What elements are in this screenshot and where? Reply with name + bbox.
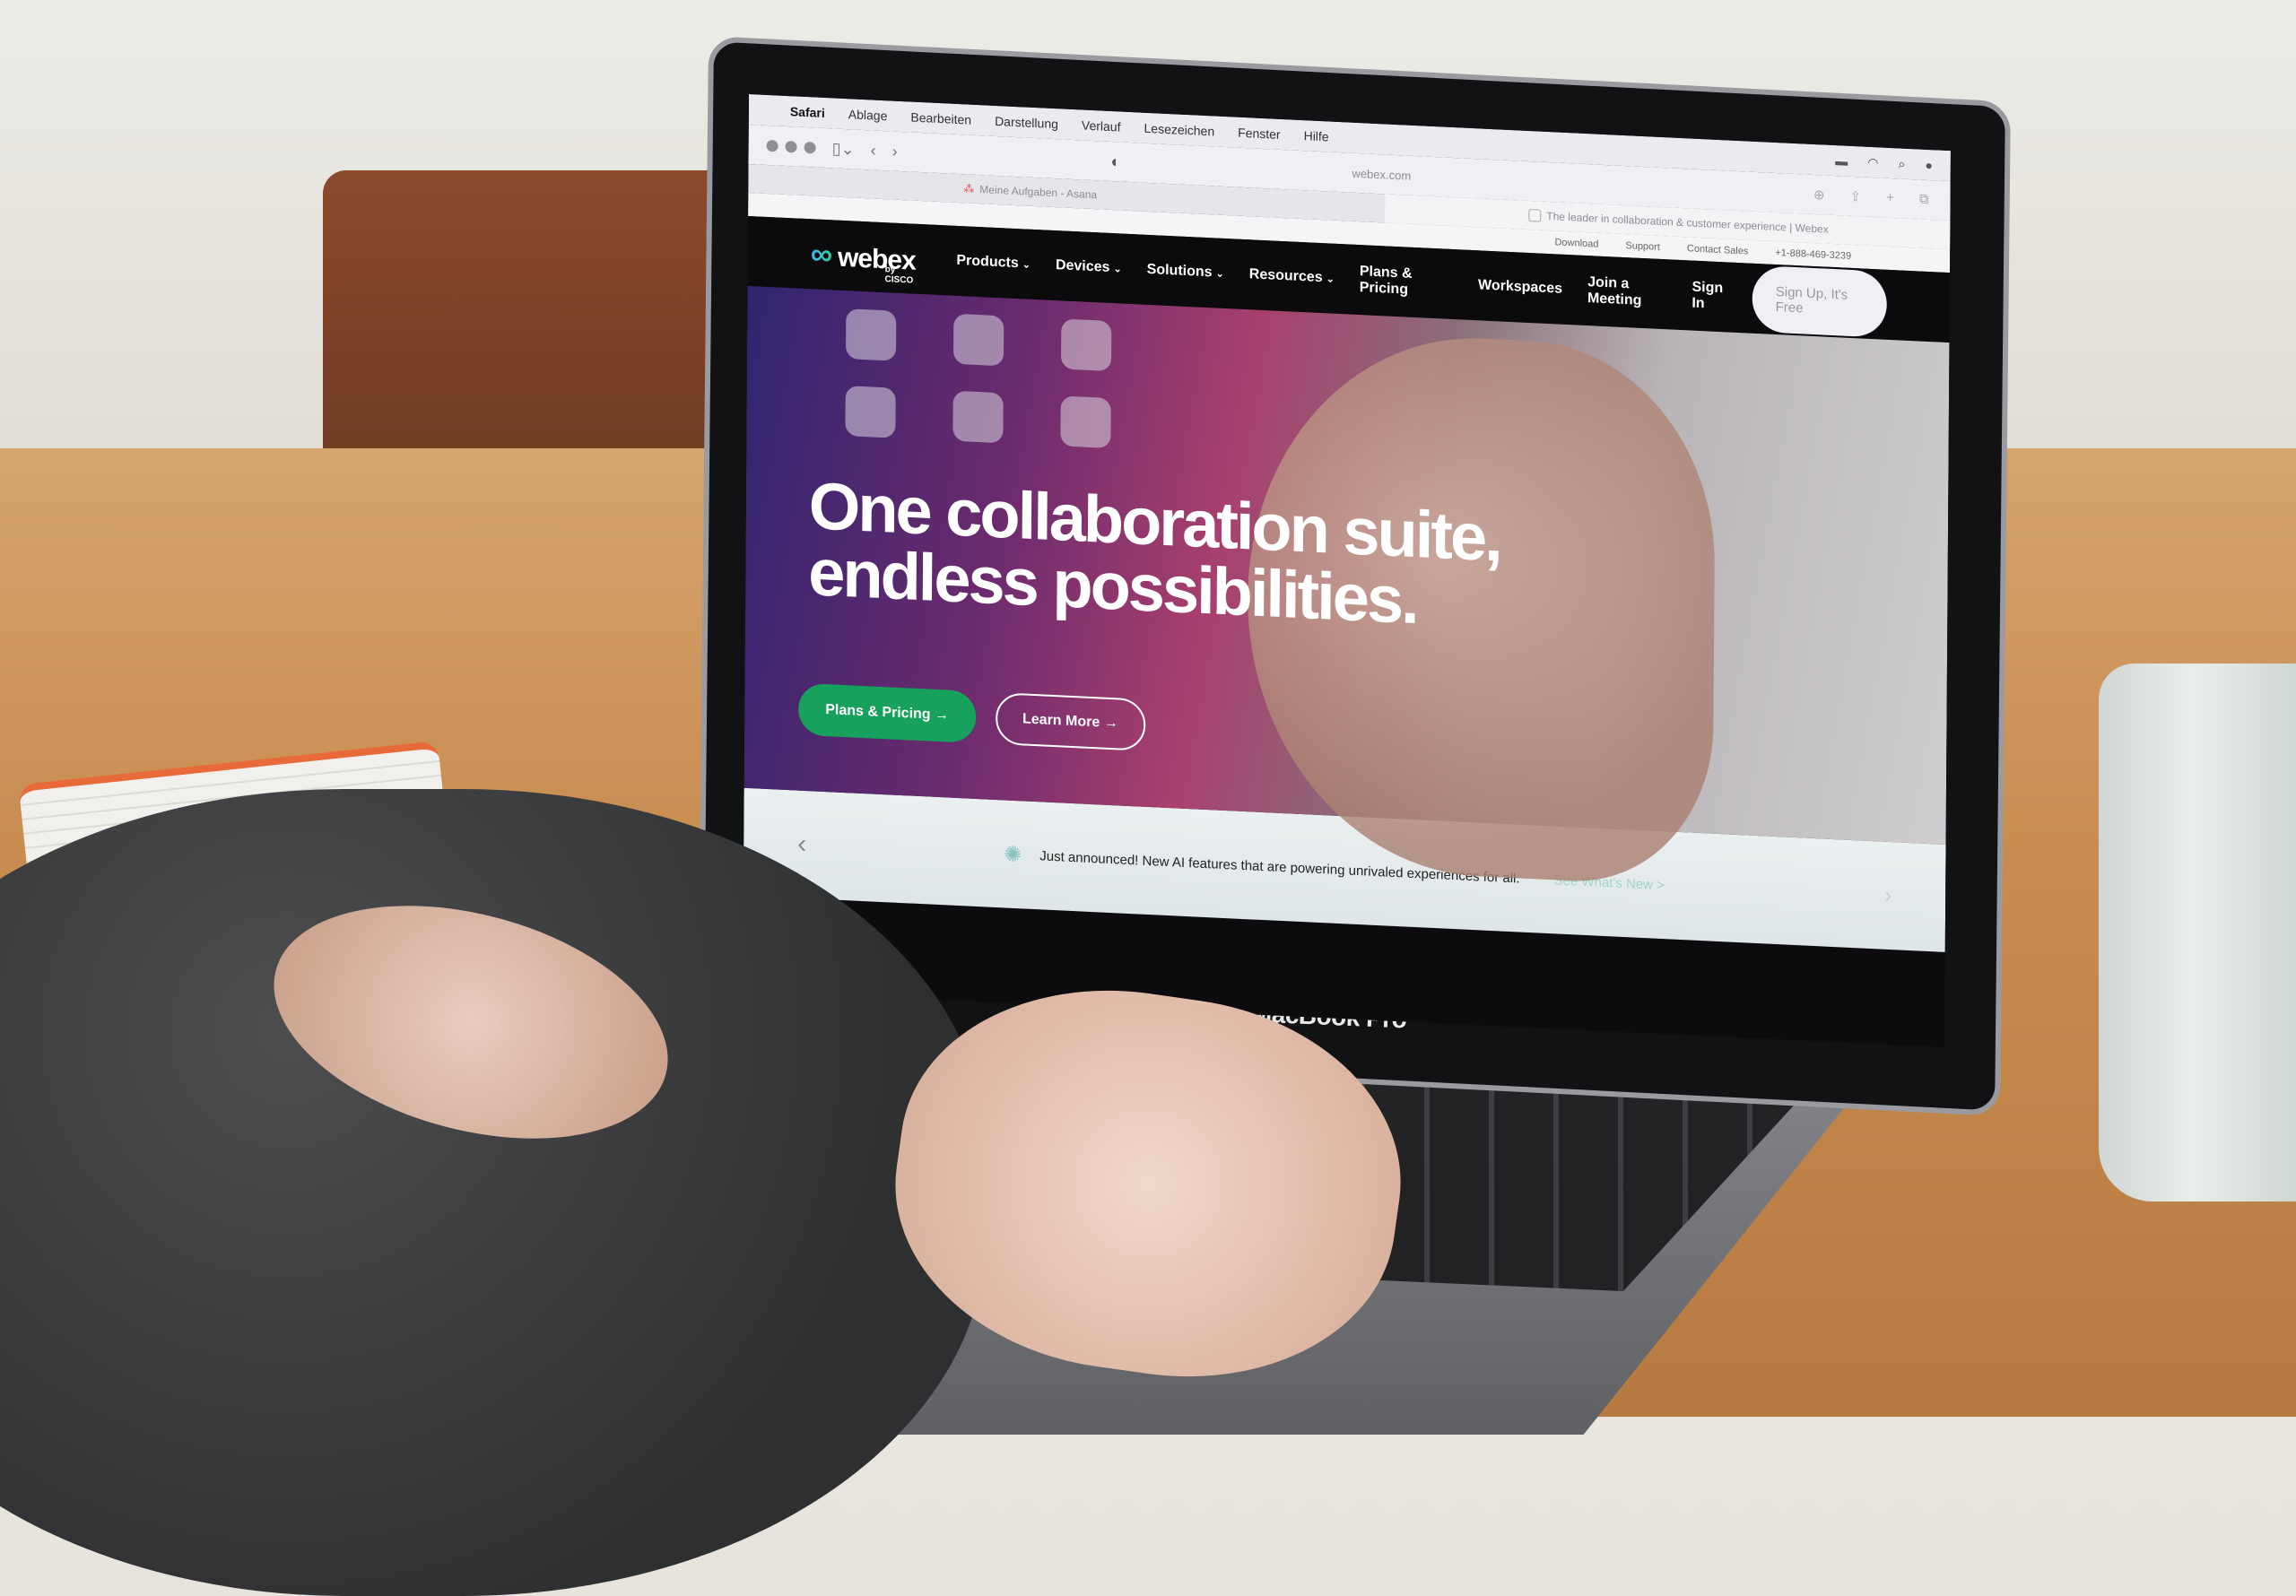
app-tile: [845, 308, 897, 361]
chevron-down-icon: ⌄: [1022, 258, 1031, 271]
link-support[interactable]: Support: [1625, 240, 1660, 253]
window-controls: [766, 139, 816, 154]
chevron-left-icon[interactable]: ‹: [797, 829, 806, 860]
asana-icon: ⁂: [963, 182, 975, 195]
nav-devices[interactable]: Devices ⌄: [1056, 257, 1122, 276]
minimize-button[interactable]: [785, 140, 797, 153]
ai-brain-icon: ✺: [1004, 841, 1022, 867]
wifi-icon[interactable]: ◠: [1867, 154, 1878, 170]
sign-up-button[interactable]: Sign Up, It's Free: [1752, 265, 1888, 338]
hero-title: One collaboration suite, endless possibi…: [808, 468, 1500, 638]
webex-logo-icon: ∞: [810, 236, 833, 272]
menu-darstellung[interactable]: Darstellung: [995, 114, 1058, 131]
zoom-button[interactable]: [804, 141, 816, 154]
app-tile: [845, 386, 896, 438]
join-meeting-link[interactable]: Join a Meeting: [1587, 274, 1673, 310]
forward-icon[interactable]: ›: [892, 142, 898, 160]
tab-title: Meine Aufgaben - Asana: [979, 183, 1098, 202]
search-icon[interactable]: ⌕: [1898, 156, 1905, 171]
status-area: ▬ ◠ ⌕ ●: [1835, 153, 1951, 174]
app-tile: [1060, 395, 1111, 449]
toolbar-actions: ⊕ ⇪ + ⧉: [1813, 186, 1951, 209]
nav-right: Join a Meeting Sign In Sign Up, It's Fre…: [1587, 257, 1888, 338]
logo-byline: by CISCO: [884, 264, 914, 286]
chevron-down-icon: ⌄: [1113, 263, 1122, 275]
webex-favicon-icon: [1528, 208, 1542, 222]
learn-more-button[interactable]: Learn More →: [995, 691, 1145, 751]
menu-bearbeiten[interactable]: Bearbeiten: [910, 110, 971, 127]
laptop-screen: Safari Ablage Bearbeiten Darstellung Ver…: [743, 94, 1951, 1047]
tab-title: The leader in collaboration & customer e…: [1546, 209, 1829, 236]
chevron-down-icon: ⌄: [1215, 268, 1224, 280]
nav-resources[interactable]: Resources ⌄: [1249, 266, 1335, 286]
back-icon[interactable]: ‹: [871, 141, 876, 160]
chevron-right-icon[interactable]: ›: [1884, 883, 1892, 908]
plans-pricing-button[interactable]: Plans & Pricing →: [798, 682, 977, 743]
user-icon[interactable]: ●: [1925, 157, 1933, 172]
nav-workspaces[interactable]: Workspaces: [1478, 277, 1562, 297]
nav-label: Products: [956, 252, 1019, 272]
menu-lesezeichen[interactable]: Lesezeichen: [1144, 121, 1214, 139]
download-icon[interactable]: ⊕: [1813, 186, 1825, 204]
menu-safari[interactable]: Safari: [790, 104, 825, 120]
sign-in-link[interactable]: Sign In: [1692, 280, 1733, 314]
menu-fenster[interactable]: Fenster: [1238, 126, 1281, 142]
app-tile: [1060, 318, 1112, 372]
person-sleeve: [0, 789, 987, 1596]
menu-hilfe[interactable]: Hilfe: [1304, 128, 1329, 143]
tab-overview-icon[interactable]: ⧉: [1919, 192, 1929, 208]
nav-label: Resources: [1248, 266, 1323, 286]
menu-verlauf[interactable]: Verlauf: [1082, 117, 1121, 134]
privacy-shield-icon[interactable]: ◐: [1111, 152, 1121, 172]
link-download[interactable]: Download: [1554, 237, 1598, 249]
hero-section: One collaboration suite, endless possibi…: [744, 285, 1950, 888]
hero-app-grid: [845, 308, 1133, 449]
battery-icon[interactable]: ▬: [1835, 153, 1848, 169]
sidebar-icon[interactable]: ▯⌄: [832, 139, 855, 159]
nav-plans-pricing[interactable]: Plans & Pricing: [1360, 264, 1453, 300]
nav-products[interactable]: Products ⌄: [956, 253, 1031, 273]
app-tile: [952, 313, 1004, 367]
webex-logo[interactable]: ∞ webex by CISCO: [810, 236, 916, 285]
nav-label: Solutions: [1146, 261, 1213, 281]
menu-ablage[interactable]: Ablage: [848, 107, 888, 123]
share-icon[interactable]: ⇪: [1849, 188, 1861, 205]
nav-label: Devices: [1055, 257, 1110, 275]
nav-solutions[interactable]: Solutions ⌄: [1147, 262, 1224, 282]
app-tile: [952, 390, 1004, 444]
address-bar[interactable]: webex.com: [1352, 166, 1411, 182]
chevron-down-icon: ⌄: [1326, 273, 1335, 285]
new-tab-icon[interactable]: +: [1886, 190, 1894, 206]
link-phone[interactable]: +1-888-469-3239: [1775, 247, 1851, 262]
hero-buttons: Plans & Pricing → Learn More →: [798, 682, 1145, 751]
close-button[interactable]: [766, 139, 778, 152]
mug: [2099, 664, 2296, 1201]
link-contact-sales[interactable]: Contact Sales: [1687, 243, 1749, 256]
